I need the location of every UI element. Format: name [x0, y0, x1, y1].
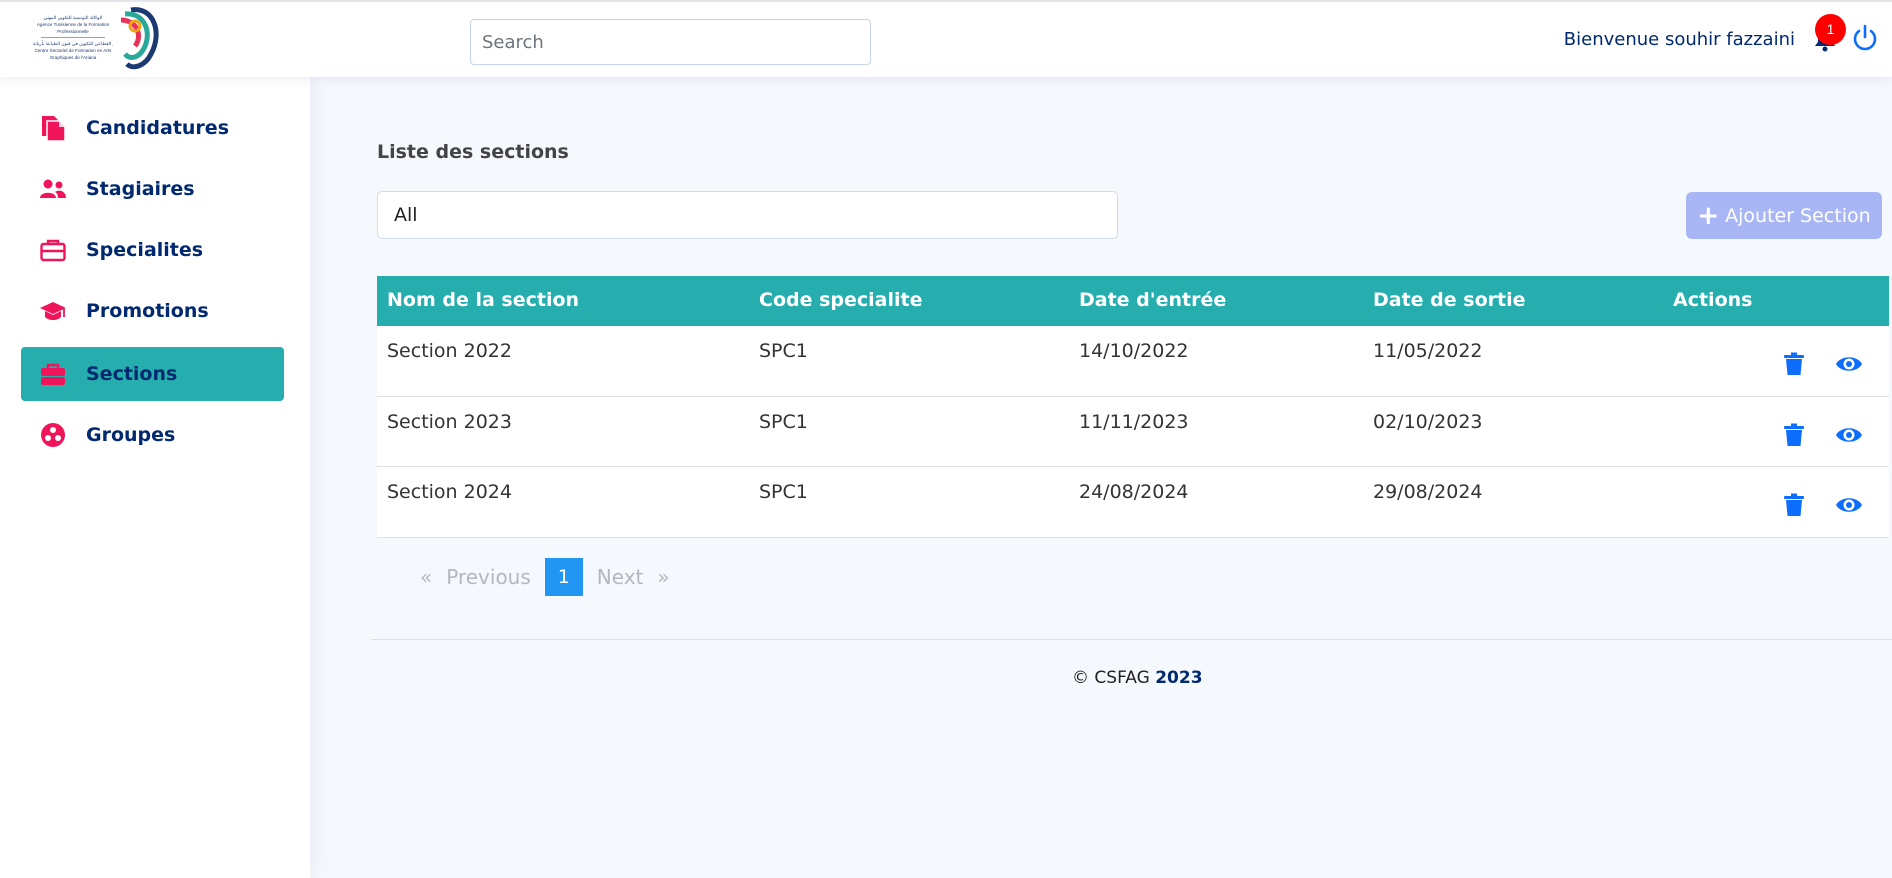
graduation-cap-icon: [39, 297, 67, 325]
section-name-cell: Section 2024: [387, 481, 512, 503]
briefcase-icon: [39, 236, 67, 264]
exit-date-cell: 02/10/2023: [1373, 410, 1483, 433]
table-row: Section 2024 SPC1 24/08/2024 29/08/2024: [377, 467, 1889, 538]
section-name-cell: Section 2022: [387, 340, 512, 362]
filter-value: All: [394, 204, 418, 226]
sidebar: Candidatures Stagiaires Specialites Prom…: [0, 77, 310, 878]
page-number-current[interactable]: 1: [544, 558, 583, 596]
section-filter-select[interactable]: All: [377, 191, 1118, 239]
files-icon: [39, 114, 67, 142]
footer-divider: [371, 639, 1892, 640]
logo-line: Professionnelle: [57, 29, 89, 34]
exit-date-cell: 29/08/2024: [1373, 481, 1483, 503]
trash-icon[interactable]: [1783, 493, 1805, 517]
sidebar-item-sections[interactable]: Sections: [21, 347, 284, 401]
search-input[interactable]: [470, 19, 871, 65]
top-header: الوكالة التونسية للتكوين المهني Agence T…: [0, 0, 1892, 77]
column-header[interactable]: Date de sortie: [1373, 289, 1526, 311]
power-icon[interactable]: [1851, 24, 1879, 52]
specialite-code-cell: SPC1: [759, 410, 808, 433]
pagination: « Previous 1 Next »: [420, 558, 684, 596]
table-header: Nom de la section Code specialite Date d…: [377, 276, 1889, 326]
sidebar-item-promotions[interactable]: Promotions: [21, 284, 284, 338]
sidebar-item-specialites[interactable]: Specialites: [21, 223, 284, 277]
logo-text: الوكالة التونسية للتكوين المهني Agence T…: [33, 14, 113, 61]
sidebar-item-label: Stagiaires: [86, 178, 195, 200]
last-page-link[interactable]: »: [657, 565, 669, 589]
csfag-logo[interactable]: الوكالة التونسية للتكوين المهني Agence T…: [33, 4, 163, 76]
trash-icon[interactable]: [1783, 352, 1805, 376]
sidebar-item-groupes[interactable]: Groupes: [21, 408, 284, 462]
entry-date-cell: 14/10/2022: [1079, 340, 1189, 362]
footer-copyright: © CSFAG 2023: [1072, 668, 1203, 688]
sidebar-item-stagiaires[interactable]: Stagiaires: [21, 162, 284, 216]
logo-line: المركز القطاعي للتكوين في فنون الطباعة ب…: [33, 41, 113, 46]
trash-icon[interactable]: [1783, 423, 1805, 447]
specialite-code-cell: SPC1: [759, 481, 808, 503]
page-title: Liste des sections: [377, 141, 569, 163]
logo-line: Agence Tunisienne de la Formation: [36, 22, 110, 27]
previous-page-link[interactable]: Previous: [446, 565, 531, 589]
entry-date-cell: 24/08/2024: [1079, 481, 1189, 503]
sidebar-item-candidatures[interactable]: Candidatures: [21, 101, 284, 155]
logo-line: الوكالة التونسية للتكوين المهني: [43, 15, 103, 20]
column-header[interactable]: Code specialite: [759, 289, 923, 311]
copyright-text: © CSFAG: [1072, 668, 1150, 688]
logo-line: Centre Sectoriel de Formation en Arts: [34, 48, 112, 53]
logo-separator: [41, 37, 105, 38]
section-name-cell: Section 2023: [387, 410, 512, 433]
sidebar-item-label: Promotions: [86, 300, 209, 322]
table-row: Section 2023 SPC1 11/11/2023 02/10/2023: [377, 396, 1889, 467]
exit-date-cell: 11/05/2022: [1373, 340, 1483, 362]
group-circle-icon: [39, 421, 67, 449]
specialite-code-cell: SPC1: [759, 340, 808, 362]
sidebar-item-label: Specialites: [86, 239, 204, 261]
add-section-button[interactable]: + Ajouter Section: [1686, 192, 1882, 239]
logo-line: Graphiques de l'Ariana: [49, 55, 97, 60]
first-page-link[interactable]: «: [420, 565, 432, 589]
entry-date-cell: 11/11/2023: [1079, 410, 1189, 433]
eye-icon[interactable]: [1835, 353, 1863, 375]
notification-badge[interactable]: 1: [1815, 14, 1846, 45]
column-header[interactable]: Date d'entrée: [1079, 289, 1226, 311]
add-section-label: Ajouter Section: [1725, 204, 1871, 227]
toolbox-icon: [39, 360, 67, 388]
copyright-year: 2023: [1155, 668, 1203, 688]
next-page-link[interactable]: Next: [597, 565, 644, 589]
sidebar-item-label: Candidatures: [86, 117, 230, 139]
sidebar-item-label: Sections: [86, 363, 178, 385]
column-header: Actions: [1673, 289, 1753, 311]
table-row: Section 2022 SPC1 14/10/2022 11/05/2022: [377, 326, 1889, 397]
welcome-message: Bienvenue souhir fazzaini: [1563, 29, 1795, 50]
sidebar-item-label: Groupes: [86, 424, 176, 446]
logo-swirl-icon: [120, 7, 159, 70]
column-header[interactable]: Nom de la section: [387, 289, 579, 311]
people-icon: [39, 175, 67, 203]
sections-table: Nom de la section Code specialite Date d…: [377, 276, 1889, 538]
plus-icon: +: [1697, 200, 1720, 231]
eye-icon[interactable]: [1835, 494, 1863, 516]
eye-icon[interactable]: [1835, 424, 1863, 446]
